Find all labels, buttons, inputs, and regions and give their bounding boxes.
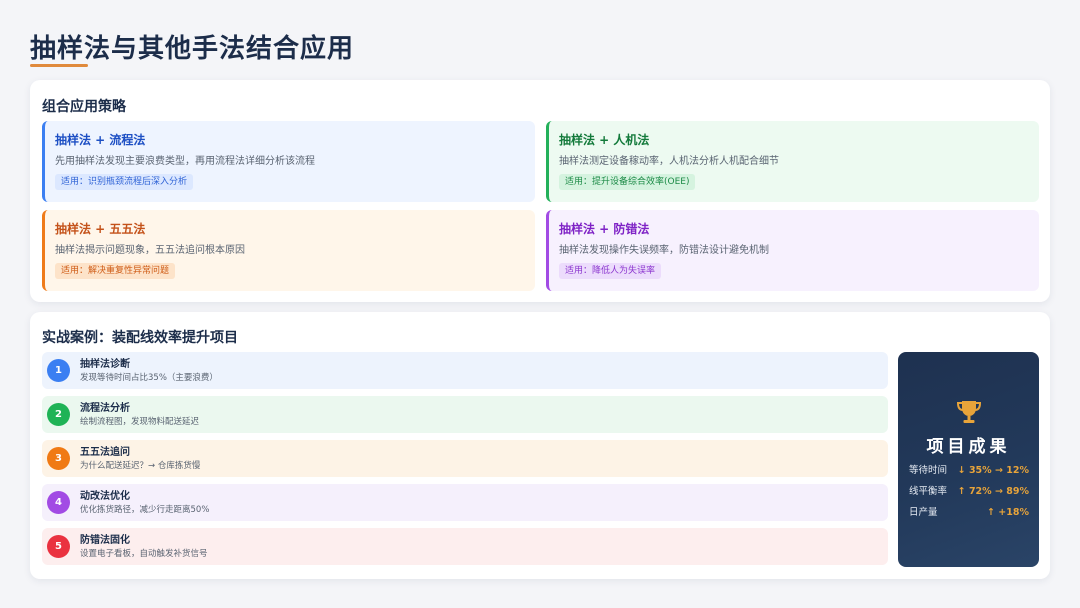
metric-waiting-time: 等待时间 ↓ 35% → 12% (909, 464, 1029, 478)
case-step: 4 动改法优化 优化拣货路径，减少行走距离50% (42, 484, 888, 521)
metric-label: 等待时间 (909, 465, 948, 476)
strategy-tag: 适用：提升设备综合效率(OEE) (559, 174, 696, 190)
results-title: 项目成果 (926, 437, 1011, 457)
step-description: 为什么配送延迟？→ 仓库拣货慢 (80, 461, 201, 471)
step-number-badge: 2 (47, 403, 70, 426)
strategies-panel: 组合应用策略 抽样法 + 流程法 先用抽样法发现主要浪费类型，再用流程法详细分析… (30, 80, 1050, 302)
step-number-badge: 5 (47, 535, 70, 558)
metric-label: 日产量 (909, 507, 938, 518)
case-study-panel: 实战案例：装配线效率提升项目 1 抽样法诊断 发现等待时间占比35%（主要浪费）… (30, 312, 1050, 579)
case-study-heading: 实战案例：装配线效率提升项目 (42, 330, 238, 346)
trophy-icon (956, 401, 982, 423)
case-step: 1 抽样法诊断 发现等待时间占比35%（主要浪费） (42, 352, 888, 389)
strategy-tag: 适用：降低人为失误率 (559, 263, 662, 279)
metric-daily-output: 日产量 ↑ +18% (909, 506, 1029, 520)
case-step: 3 五五法追问 为什么配送延迟？→ 仓库拣货慢 (42, 440, 888, 477)
strategy-title: 抽样法 + 防错法 (559, 222, 650, 236)
metric-label: 线平衡率 (909, 486, 948, 497)
strategy-title: 抽样法 + 五五法 (55, 222, 146, 236)
strategy-tag: 适用：解决重复性异常问题 (55, 263, 176, 279)
strategies-heading: 组合应用策略 (42, 99, 126, 115)
strategy-description: 抽样法发现操作失误频率，防错法设计避免机制 (559, 245, 769, 256)
strategy-title: 抽样法 + 人机法 (559, 133, 650, 147)
strategy-tag: 适用：识别瓶颈流程后深入分析 (55, 174, 194, 190)
metric-value: ↓ 35% → 12% (957, 465, 1029, 476)
case-step: 2 流程法分析 绘制流程图，发现物料配送延迟 (42, 396, 888, 433)
step-description: 设置电子看板，自动触发补货信号 (80, 549, 208, 559)
metric-line-balance: 线平衡率 ↑ 72% → 89% (909, 485, 1029, 499)
strategy-description: 先用抽样法发现主要浪费类型，再用流程法详细分析该流程 (55, 156, 315, 167)
step-title: 动改法优化 (80, 491, 130, 502)
strategy-description: 抽样法揭示问题现象，五五法追问根本原因 (55, 245, 245, 256)
results-card: 项目成果 等待时间 ↓ 35% → 12% 线平衡率 ↑ 72% → 89% 日… (898, 352, 1039, 567)
step-description: 发现等待时间占比35%（主要浪费） (80, 373, 218, 383)
case-step: 5 防错法固化 设置电子看板，自动触发补货信号 (42, 528, 888, 565)
step-title: 防错法固化 (80, 535, 130, 546)
strategy-card-sampling-error-proofing: 抽样法 + 防错法 抽样法发现操作失误频率，防错法设计避免机制 适用：降低人为失… (546, 210, 1039, 291)
strategy-card-sampling-man-machine: 抽样法 + 人机法 抽样法测定设备稼动率，人机法分析人机配合细节 适用：提升设备… (546, 121, 1039, 202)
step-title: 流程法分析 (80, 403, 130, 414)
step-title: 五五法追问 (80, 447, 130, 458)
title-underline (30, 64, 88, 67)
metric-value: ↑ 72% → 89% (957, 486, 1029, 497)
strategy-card-sampling-five-five: 抽样法 + 五五法 抽样法揭示问题现象，五五法追问根本原因 适用：解决重复性异常… (42, 210, 535, 291)
step-title: 抽样法诊断 (80, 359, 130, 370)
step-description: 优化拣货路径，减少行走距离50% (80, 505, 210, 515)
step-number-badge: 3 (47, 447, 70, 470)
metric-value: ↑ +18% (987, 507, 1029, 518)
page-title: 抽样法与其他手法结合应用 (30, 34, 355, 64)
strategy-card-sampling-process: 抽样法 + 流程法 先用抽样法发现主要浪费类型，再用流程法详细分析该流程 适用：… (42, 121, 535, 202)
step-description: 绘制流程图，发现物料配送延迟 (80, 417, 200, 427)
step-number-badge: 1 (47, 359, 70, 382)
strategy-title: 抽样法 + 流程法 (55, 133, 146, 147)
step-number-badge: 4 (47, 491, 70, 514)
strategy-description: 抽样法测定设备稼动率，人机法分析人机配合细节 (559, 156, 779, 167)
